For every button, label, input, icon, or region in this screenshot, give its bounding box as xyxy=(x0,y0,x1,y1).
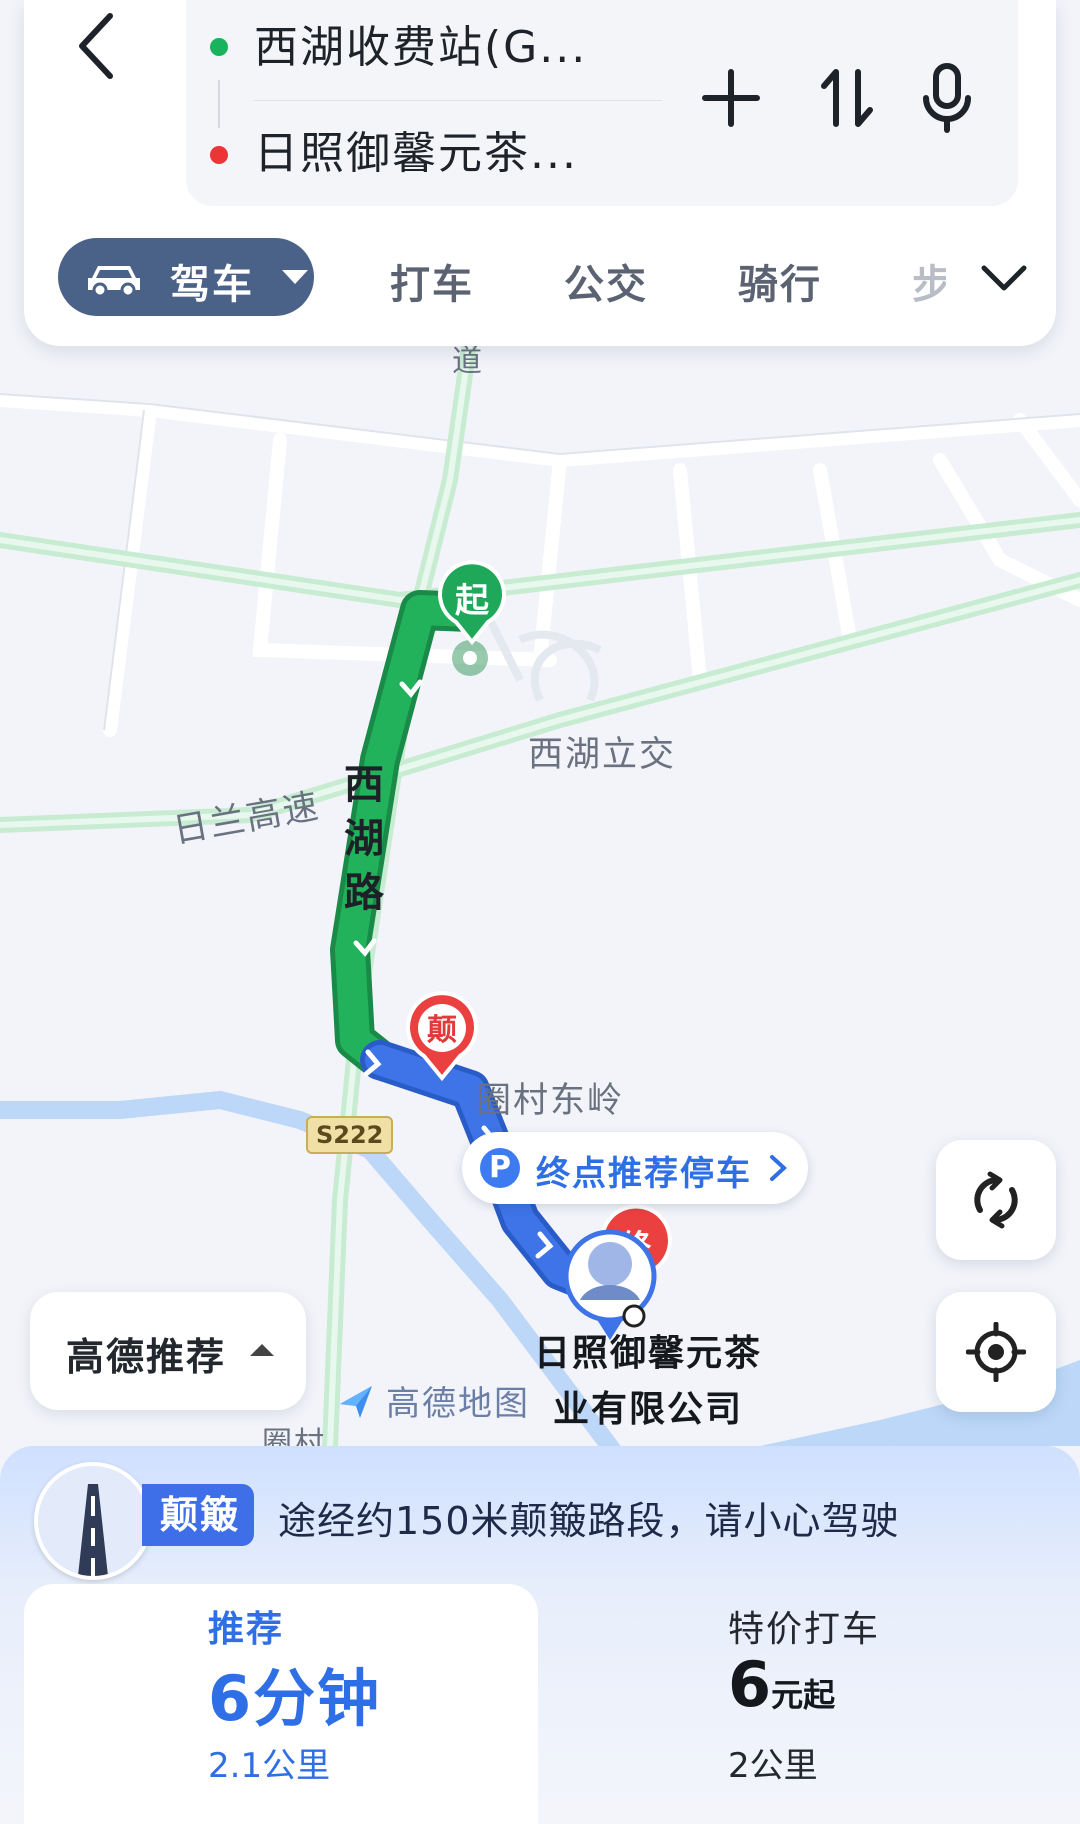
taxi-price-value: 6 xyxy=(728,1648,772,1721)
destination-label: 日照御馨元茶 业有限公司 xyxy=(508,1326,788,1438)
end-dot xyxy=(210,146,228,164)
locate-crosshair-icon xyxy=(966,1322,1026,1382)
taxi-price: 6元起 xyxy=(728,1648,835,1721)
taxi-distance: 2公里 xyxy=(728,1746,818,1786)
route-preference-label: 高德推荐 xyxy=(66,1335,227,1379)
tab-cycling[interactable]: 骑行 xyxy=(738,252,822,310)
destination-input[interactable]: 日照御馨元茶... xyxy=(254,128,578,180)
watermark-text: 高德地图 xyxy=(386,1384,530,1424)
destination-name-line1: 日照御馨元茶 xyxy=(533,1333,762,1374)
taxi-price-suffix: 元起 xyxy=(771,1676,836,1714)
map-label-road-name: 西湖路 xyxy=(344,762,384,916)
start-dot xyxy=(210,38,228,56)
bumpy-road-tag: 颠簸 xyxy=(142,1484,255,1546)
car-icon xyxy=(88,266,140,298)
locate-me-button[interactable] xyxy=(936,1292,1056,1412)
map-label-village: 圈村东岭 xyxy=(476,1081,625,1121)
recommended-route-card[interactable]: 推荐 6分钟 2.1公里 xyxy=(24,1584,538,1824)
bumpy-road-notice: 途经约150米颠簸路段，请小心驾驶 xyxy=(278,1499,900,1543)
microphone-icon[interactable] xyxy=(912,58,982,138)
endpoint-divider xyxy=(254,100,662,101)
bumpy-road-icon xyxy=(34,1462,152,1580)
caret-down-icon xyxy=(282,270,308,284)
tab-walk[interactable]: 步 xyxy=(912,252,946,310)
route-distance: 2.1公里 xyxy=(208,1746,331,1786)
parking-icon: P xyxy=(480,1148,520,1188)
add-stop-icon[interactable] xyxy=(696,58,766,138)
road-badge-s222: S222 xyxy=(306,1116,394,1154)
taxi-option-card[interactable]: 特价打车 6元起 2公里 xyxy=(538,1584,1056,1824)
route-tag: 推荐 xyxy=(208,1609,285,1650)
back-arrow-icon[interactable] xyxy=(62,6,132,86)
route-time: 6分钟 xyxy=(208,1662,382,1735)
destination-name-line2: 业有限公司 xyxy=(552,1389,743,1430)
taxi-tag: 特价打车 xyxy=(728,1609,881,1650)
svg-text:起: 起 xyxy=(455,581,490,621)
map-label-interchange: 西湖立交 xyxy=(528,735,677,775)
tab-taxi[interactable]: 打车 xyxy=(390,252,474,310)
chevron-down-icon[interactable] xyxy=(974,252,1034,302)
parking-recommendation-button[interactable]: P 终点推荐停车 xyxy=(462,1132,808,1204)
svg-text:颠: 颠 xyxy=(427,1013,457,1048)
route-planner-panel: 西湖收费站(G... 日照御馨元茶... 驾车 打车 公交 骑行 步 xyxy=(24,0,1056,346)
swap-endpoints-icon[interactable] xyxy=(812,58,882,138)
tab-drive[interactable]: 驾车 xyxy=(58,238,314,316)
refresh-icon xyxy=(974,1171,1018,1229)
parking-label: 终点推荐停车 xyxy=(536,1154,752,1194)
tab-transit[interactable]: 公交 xyxy=(564,252,648,310)
route-connector xyxy=(218,80,220,128)
route-endpoints-box: 西湖收费站(G... 日照御馨元茶... xyxy=(186,0,1018,206)
tab-drive-label: 驾车 xyxy=(170,262,254,308)
amap-logo-icon xyxy=(340,1386,372,1418)
start-location-input[interactable]: 西湖收费站(G... xyxy=(254,22,587,74)
refresh-route-button[interactable] xyxy=(936,1140,1056,1260)
route-preference-dropdown[interactable]: 高德推荐 xyxy=(30,1292,306,1410)
caret-up-icon xyxy=(250,1344,274,1356)
chevron-right-icon xyxy=(770,1155,787,1181)
